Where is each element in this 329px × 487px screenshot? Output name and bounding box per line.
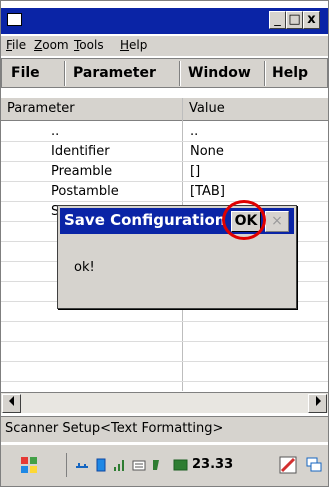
value-cell: [TAB] xyxy=(190,184,225,199)
app-menu-parameter[interactable]: Parameter xyxy=(73,65,156,81)
close-button[interactable]: x xyxy=(303,11,320,29)
row-line xyxy=(1,361,328,362)
status-text: Scanner Setup<Text Formatting> xyxy=(5,421,224,436)
scanner-icon xyxy=(153,460,159,470)
app-menu-window[interactable]: Window xyxy=(188,65,251,81)
param-cell: Preamble xyxy=(51,164,113,179)
table-header: Parameter Value xyxy=(1,98,328,121)
maximize-button[interactable]: □ xyxy=(286,11,303,29)
taskbar-separator xyxy=(66,453,67,477)
scroll-right-button[interactable] xyxy=(308,394,327,413)
scroll-left-button[interactable] xyxy=(2,394,21,413)
menu-separator xyxy=(179,61,181,86)
menu-separator xyxy=(64,61,66,86)
title-bar: _ □ x xyxy=(1,8,328,34)
table-row[interactable]: Postamble [TAB] xyxy=(1,184,328,204)
param-cell: Identifier xyxy=(51,144,110,159)
status-bar: Scanner Setup<Text Formatting> xyxy=(1,416,328,442)
row-line xyxy=(1,381,328,382)
table-row[interactable]: Preamble [] xyxy=(1,164,328,184)
clock[interactable]: 23.33 xyxy=(192,457,233,472)
minimize-button[interactable]: _ xyxy=(269,11,286,29)
windows-icon[interactable] xyxy=(305,456,323,474)
keyboard-icon xyxy=(132,460,146,471)
value-cell: .. xyxy=(190,124,199,139)
battery-level-icon xyxy=(173,459,188,471)
column-header-parameter[interactable]: Parameter xyxy=(7,101,75,116)
menu-help[interactable]: Help xyxy=(120,38,147,52)
row-line xyxy=(1,321,328,322)
horizontal-scrollbar[interactable] xyxy=(1,392,328,413)
row-line xyxy=(1,341,328,342)
app-menu-help[interactable]: Help xyxy=(272,65,308,81)
start-icon[interactable] xyxy=(19,455,39,475)
edit-icon[interactable] xyxy=(279,456,297,474)
value-cell: [] xyxy=(190,164,201,179)
dialog-title: Save Configuration xyxy=(64,211,226,229)
arrow-right-icon xyxy=(315,396,321,406)
arrow-left-icon xyxy=(8,396,14,406)
table-row[interactable]: .. .. xyxy=(1,124,328,144)
value-cell: None xyxy=(190,144,224,159)
usb-connection-icon xyxy=(76,463,88,468)
battery-icon xyxy=(96,458,106,472)
menu-zoom[interactable]: Zoom xyxy=(34,38,69,52)
signal-icon xyxy=(114,460,124,471)
app-menu-file[interactable]: File xyxy=(11,65,40,81)
app-icon xyxy=(7,13,22,26)
system-menu-bar: File Zoom Tools Help xyxy=(1,36,328,56)
param-cell: Postamble xyxy=(51,184,119,199)
menu-file[interactable]: File xyxy=(6,38,26,52)
app-menu-bar: File Parameter Window Help xyxy=(1,58,328,88)
dialog-close-button[interactable]: × xyxy=(265,211,289,232)
menu-separator xyxy=(264,61,266,86)
param-cell: .. xyxy=(51,124,60,139)
table-row[interactable]: Identifier None xyxy=(1,144,328,164)
dialog-message: ok! xyxy=(74,260,95,275)
taskbar: 23.33 xyxy=(1,444,328,486)
menu-tools[interactable]: Tools xyxy=(74,38,104,52)
highlight-circle xyxy=(222,200,266,240)
column-header-value[interactable]: Value xyxy=(189,101,225,116)
